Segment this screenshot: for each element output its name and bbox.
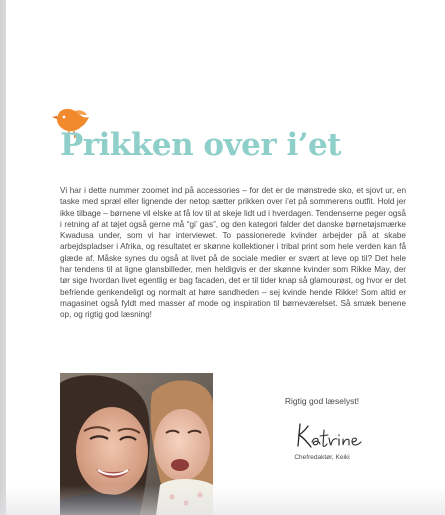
editor-role: Chefredaktør, Keiki [294, 454, 350, 461]
article-body: Vi har i dette nummer zoomet ind på acce… [60, 186, 406, 320]
article-title: Prikken over i’et [60, 127, 342, 163]
magazine-page: Prikken over i’et Vi har i dette nummer … [6, 0, 445, 515]
editor-signature [297, 423, 362, 448]
greeting-text: Rigtig god læselyst! [284, 396, 360, 406]
editor-photo-image [60, 373, 213, 515]
editor-photo [60, 373, 213, 515]
